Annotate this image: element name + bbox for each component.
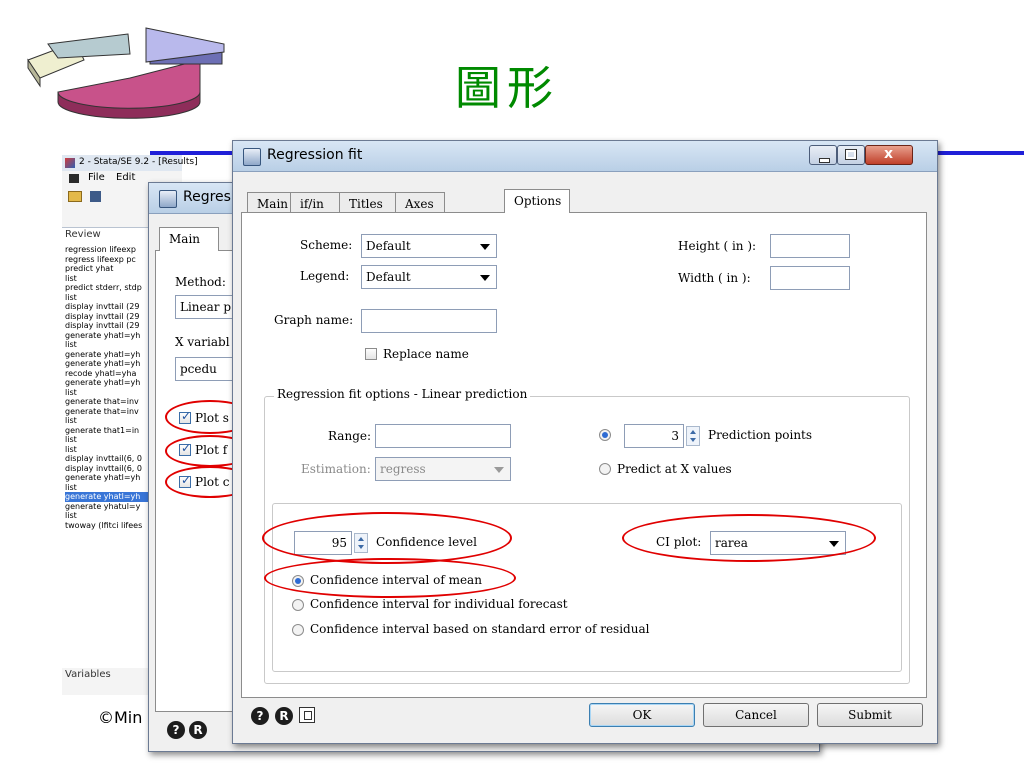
replace-name-label: Replace name [383,347,469,361]
cancel-button[interactable]: Cancel [703,703,809,727]
prediction-points-label: Prediction points [708,428,813,442]
graph-name-label: Graph name: [274,313,354,327]
reset-icon[interactable]: R [275,707,293,725]
method-label: Method: [175,275,226,289]
maximize-icon [845,149,857,160]
back-tab-main[interactable]: Main [159,227,219,251]
tab-if-in[interactable]: if/in [290,192,340,212]
range-label: Range: [328,429,372,443]
help-icon[interactable]: ? [251,707,269,725]
tab-titles[interactable]: Titles [339,192,396,212]
reset-icon[interactable]: R [189,721,207,739]
regression-fit-dialog: Regression fit x Main if/in Titles Axes … [232,140,938,744]
ci-stderr-radio[interactable] [292,624,304,636]
x-variable-label: X variabl [175,335,230,349]
legend-value: Default [366,270,411,284]
ci-stderr-label: Confidence interval based on standard er… [310,622,650,636]
estimation-value: regress [380,462,426,476]
prediction-points-value: 3 [671,429,679,443]
pie-chart-graphic [27,27,225,119]
legend-dropdown[interactable]: Default [361,265,497,289]
document-icon [69,174,79,183]
chevron-down-icon [480,275,490,281]
replace-name-checkbox[interactable] [365,348,377,360]
options-panel: Scheme: Default Legend: Default Graph na… [241,212,927,698]
chevron-down-icon [480,244,490,250]
stata-app-icon [65,158,75,168]
width-input[interactable] [770,266,850,290]
estimation-label: Estimation: [301,462,371,476]
chevron-down-icon [494,467,504,473]
back-dialog-title: Regres [183,189,231,205]
dialog-icon [243,148,261,166]
height-label: Height ( in ): [678,239,757,253]
close-icon: x [884,146,894,162]
width-label: Width ( in ): [678,271,751,285]
range-input[interactable] [375,424,511,448]
variables-header: Variables [65,669,111,680]
group-title: Regression fit options - Linear predicti… [274,387,531,401]
height-input[interactable] [770,234,850,258]
minimize-icon [819,158,830,163]
stata-window-title: 2 - Stata/SE 9.2 - [Results] [79,157,198,167]
minimize-button[interactable] [809,145,837,165]
dialog-icon [159,190,177,208]
prediction-points-radio[interactable] [599,429,611,441]
tab-options[interactable]: Options [504,189,570,213]
legend-label: Legend: [300,269,350,283]
highlight-ci-plot [622,514,876,562]
dialog-title: Regression fit [267,147,363,163]
copy-icon-inner [304,711,312,720]
menu-edit[interactable]: Edit [116,172,135,183]
save-icon[interactable] [90,191,101,202]
close-button[interactable]: x [865,145,913,165]
submit-button[interactable]: Submit [817,703,923,727]
dialog-titlebar: Regression fit x [233,141,937,172]
ci-forecast-label: Confidence interval for individual forec… [310,597,568,611]
prediction-points-input[interactable]: 3 [624,424,684,448]
scheme-label: Scheme: [300,238,353,252]
copyright-text: ©Min [98,708,143,727]
open-folder-icon[interactable] [68,191,82,202]
copy-command-icon[interactable] [299,707,315,723]
estimation-dropdown: regress [375,457,511,481]
predict-at-x-label: Predict at X values [617,462,732,476]
maximize-button[interactable] [837,145,865,165]
method-dropdown[interactable]: Linear p [175,295,235,319]
scheme-dropdown[interactable]: Default [361,234,497,258]
x-variable-input[interactable]: pcedu [175,357,235,381]
highlight-confidence-level [262,512,512,564]
predict-at-x-radio[interactable] [599,463,611,475]
highlight-ci-of-mean [264,558,516,598]
graph-name-input[interactable] [361,309,497,333]
tab-axes[interactable]: Axes [395,192,445,212]
ok-button[interactable]: OK [589,703,695,727]
slide-title: 圖形 [455,61,559,115]
tab-main[interactable]: Main [247,192,291,212]
stata-titlebar: 2 - Stata/SE 9.2 - [Results] [62,155,198,171]
menu-file[interactable]: File [88,172,105,183]
help-icon[interactable]: ? [167,721,185,739]
scheme-value: Default [366,239,411,253]
prediction-points-spinner[interactable] [686,426,700,446]
ci-forecast-radio[interactable] [292,599,304,611]
review-header: Review [65,229,101,240]
